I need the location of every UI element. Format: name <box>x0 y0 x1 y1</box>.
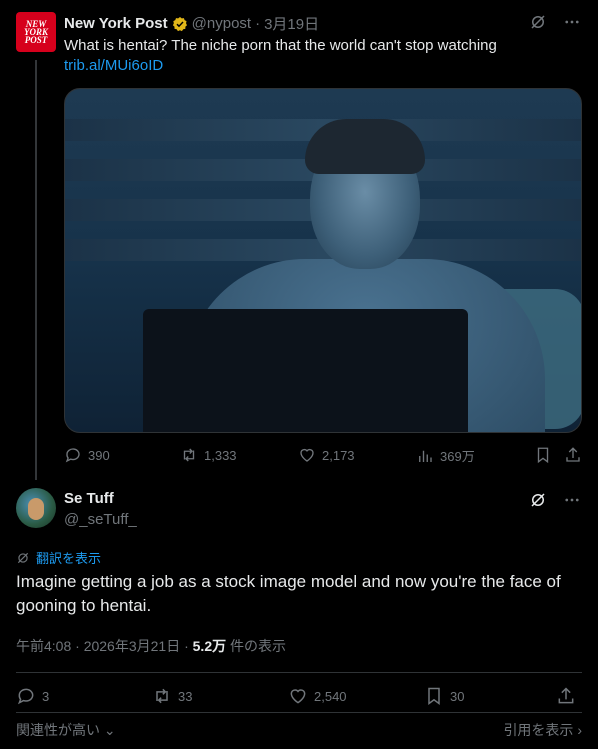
tweet-timestamp[interactable]: 午前4:08 · 2026年3月21日 · <box>16 638 193 654</box>
parent-tweet-body: What is hentai? The niche porn that the … <box>64 37 497 54</box>
sort-replies-dropdown[interactable]: 関連性が高い ⌄ <box>16 722 116 738</box>
repost-count: 33 <box>178 688 193 704</box>
share-icon <box>566 447 580 462</box>
views-count: 369万 <box>440 449 475 464</box>
grok-icon[interactable] <box>528 490 548 510</box>
bookmark-count: 30 <box>450 688 465 704</box>
more-options-icon[interactable] <box>562 12 582 32</box>
repost-count: 1,333 <box>204 447 237 463</box>
reply-top-icons <box>528 490 582 510</box>
share-button[interactable] <box>556 686 576 706</box>
grok-translate-icon <box>17 552 29 563</box>
divider <box>16 672 582 673</box>
repost-icon <box>183 448 195 462</box>
share-icon <box>558 687 574 704</box>
separator-dot: · <box>255 15 261 32</box>
parent-action-bar: 390 1,333 2,173 369万 <box>64 446 582 466</box>
verified-gold-badge-icon[interactable] <box>172 16 188 32</box>
parent-tweet-text: What is hentai? The niche porn that the … <box>64 36 564 76</box>
repost-button[interactable]: 33 <box>152 686 192 706</box>
reply-button[interactable]: 390 <box>64 446 110 464</box>
bookmark-icon <box>537 447 549 464</box>
heart-icon <box>290 689 306 704</box>
parent-tweet-header: New York Post @nypost · 3月19日 <box>64 13 319 34</box>
views-total: 5.2万 <box>192 638 227 654</box>
bookmark-button[interactable]: 30 <box>424 686 464 706</box>
sort-label: 関連性が高い <box>16 722 100 738</box>
chevron-down-icon: ⌄ <box>100 722 116 738</box>
views-label: 件の表示 <box>226 638 286 654</box>
grok-icon[interactable] <box>528 12 548 32</box>
reply-tweet-text: Imagine getting a job as a stock image m… <box>16 572 561 615</box>
tweet-meta: 午前4:08 · 2026年3月21日 · 5.2万 件の表示 <box>16 636 286 656</box>
bookmark-icon <box>428 687 440 705</box>
reply-author-avatar[interactable] <box>16 488 56 528</box>
bookmark-button[interactable] <box>534 446 552 464</box>
like-button[interactable]: 2,173 <box>298 446 355 464</box>
translate-label: 翻訳を表示 <box>36 551 102 566</box>
parent-author-handle[interactable]: @nypost <box>192 15 251 32</box>
like-count: 2,173 <box>322 447 355 463</box>
views-button[interactable]: 369万 <box>416 446 475 465</box>
parent-top-icons <box>528 12 582 32</box>
reply-action-bar: 3 33 2,540 30 <box>16 686 582 708</box>
article-link[interactable]: trib.al/MUi6oID <box>64 57 163 74</box>
reply-icon <box>65 448 80 463</box>
more-options-icon[interactable] <box>562 490 582 510</box>
parent-tweet-date[interactable]: 3月19日 <box>264 13 319 34</box>
analytics-icon <box>419 450 432 462</box>
view-quotes-link[interactable]: 引用を表示 › <box>503 720 582 740</box>
nypost-logo-text: NEW YORK POST <box>23 19 48 45</box>
heart-icon <box>300 448 314 462</box>
reply-button[interactable]: 3 <box>16 686 49 706</box>
repost-button[interactable]: 1,333 <box>180 446 237 464</box>
repost-icon <box>156 688 168 704</box>
reply-author-name[interactable]: Se Tuff <box>64 490 114 507</box>
chevron-right-icon: › <box>573 722 582 738</box>
parent-tweet[interactable]: NEW YORK POST New York Post @nypost · 3月… <box>0 0 598 480</box>
photo-laptop <box>143 309 468 432</box>
share-button[interactable] <box>564 446 582 464</box>
reply-count: 390 <box>88 447 110 463</box>
tweet-photo[interactable] <box>64 88 582 433</box>
reply-footer: 関連性が高い ⌄ 引用を表示 › <box>16 720 582 740</box>
reply-count: 3 <box>42 688 50 704</box>
divider <box>16 712 582 713</box>
photo-man-hair <box>305 119 425 174</box>
reply-icon <box>17 688 34 705</box>
nypost-avatar[interactable]: NEW YORK POST <box>16 12 56 52</box>
translate-link[interactable]: 翻訳を表示 <box>16 548 101 567</box>
like-button[interactable]: 2,540 <box>288 686 347 706</box>
like-count: 2,540 <box>314 688 347 704</box>
parent-author-name[interactable]: New York Post <box>64 15 168 32</box>
quotes-label: 引用を表示 <box>503 722 574 738</box>
reply-author-handle[interactable]: @_seTuff_ <box>64 511 137 528</box>
